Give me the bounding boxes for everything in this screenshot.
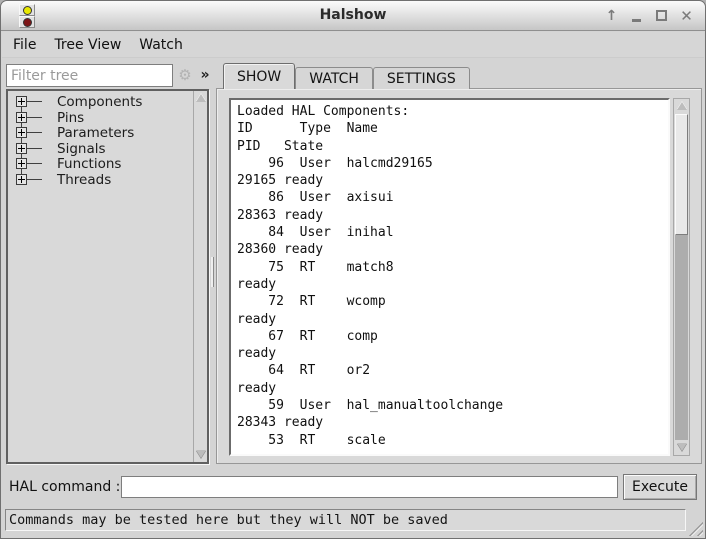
expand-plus-icon[interactable] (16, 158, 27, 169)
scroll-up-icon[interactable] (194, 92, 207, 105)
window-title: Halshow (1, 7, 705, 23)
hal-command-label: HAL command : (9, 479, 120, 495)
scrollbar-thumb[interactable] (675, 114, 688, 235)
execute-button[interactable]: Execute (623, 474, 697, 500)
scroll-up-icon[interactable] (674, 100, 689, 113)
gear-icon[interactable]: ⚙ (176, 66, 194, 85)
close-button[interactable]: ✕ (676, 5, 697, 26)
notebook: SHOW WATCH SETTINGS Loaded HAL Component… (216, 63, 702, 464)
expand-plus-icon[interactable] (16, 174, 27, 185)
minimize-button[interactable] (626, 5, 647, 26)
minimize-icon (632, 19, 641, 22)
menu-file[interactable]: File (4, 34, 45, 56)
expand-plus-icon[interactable] (16, 143, 27, 154)
chevron-right-icon[interactable]: » (197, 66, 213, 85)
tree-item-functions[interactable]: Functions (8, 156, 192, 172)
tree-scrollbar[interactable] (193, 91, 207, 462)
hal-output-content: Loaded HAL Components: ID Type Name PID … (231, 100, 668, 452)
shade-button[interactable]: ↑ (601, 5, 622, 26)
hal-tree: Components Pins Parameters Signals Funct (6, 89, 209, 464)
output-scrollbar[interactable] (673, 98, 690, 456)
filter-tree-input[interactable] (6, 64, 173, 87)
hal-command-input[interactable] (121, 476, 618, 498)
scroll-down-icon[interactable] (674, 441, 689, 454)
status-bar: Commands may be tested here but they wil… (5, 509, 686, 531)
tree-item-signals[interactable]: Signals (8, 141, 192, 157)
scroll-down-icon[interactable] (194, 448, 207, 461)
expand-plus-icon[interactable] (16, 112, 27, 123)
menu-tree-view[interactable]: Tree View (45, 34, 130, 56)
resize-grip-icon[interactable] (686, 519, 703, 536)
tab-show[interactable]: SHOW (223, 63, 295, 89)
shade-icon: ↑ (606, 8, 618, 24)
expand-plus-icon[interactable] (16, 127, 27, 138)
menubar: File Tree View Watch (2, 32, 704, 58)
filter-row: ⚙ » (6, 63, 209, 88)
tree-item-parameters[interactable]: Parameters (8, 125, 192, 141)
tab-settings[interactable]: SETTINGS (373, 67, 470, 89)
maximize-button[interactable] (651, 5, 672, 26)
titlebar[interactable]: Halshow ↑ ✕ (1, 1, 705, 31)
hal-output-text[interactable]: Loaded HAL Components: ID Type Name PID … (229, 98, 670, 456)
status-message: Commands may be tested here but they wil… (9, 512, 448, 528)
tree-item-components[interactable]: Components (8, 94, 192, 110)
show-tab-panel: Loaded HAL Components: ID Type Name PID … (216, 88, 702, 464)
expand-plus-icon[interactable] (16, 96, 27, 107)
close-icon: ✕ (680, 7, 693, 25)
tree-item-pins[interactable]: Pins (8, 110, 192, 126)
halshow-window: Halshow ↑ ✕ File Tree View Watch ⚙ » (0, 0, 706, 539)
tree-item-threads[interactable]: Threads (8, 172, 192, 188)
menu-watch[interactable]: Watch (130, 34, 192, 56)
pane-sash-handle[interactable] (211, 257, 214, 287)
maximize-icon (656, 10, 667, 21)
tab-watch[interactable]: WATCH (295, 67, 373, 89)
command-bar: HAL command : Execute (1, 473, 705, 501)
